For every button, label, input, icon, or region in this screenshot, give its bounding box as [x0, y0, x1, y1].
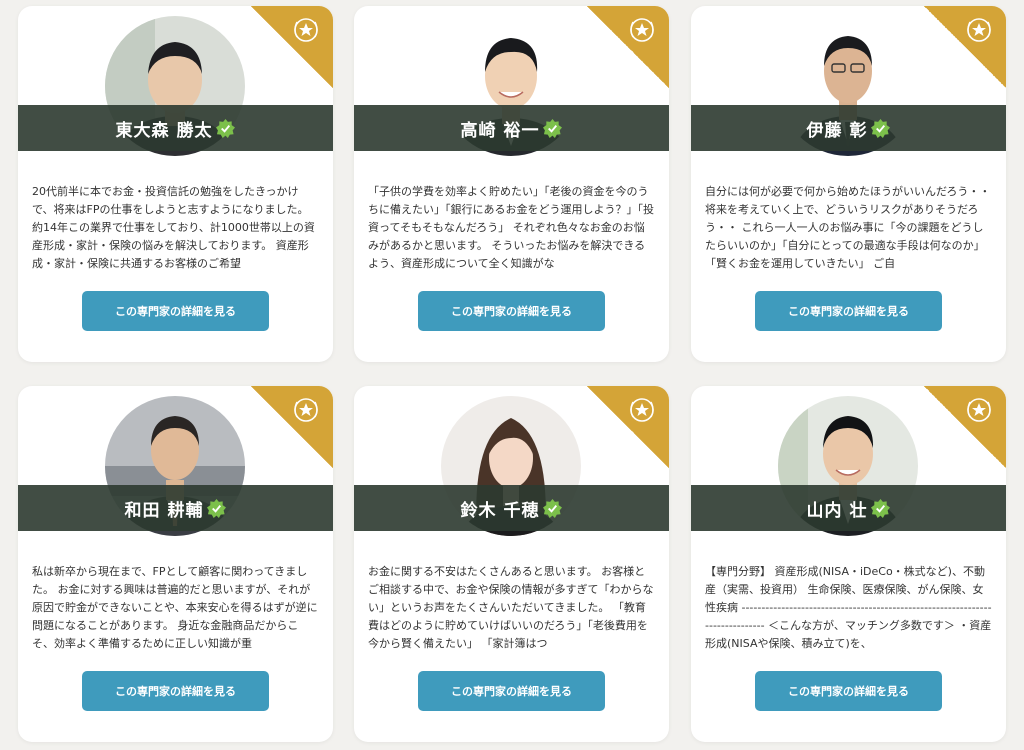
expert-name: 高崎 裕一	[460, 120, 540, 141]
name-band: 山内 壮	[691, 485, 1006, 531]
view-details-button[interactable]: この専門家の詳細を見る	[418, 671, 605, 711]
expert-name: 東大森 勝太	[115, 120, 213, 141]
view-details-button[interactable]: この専門家の詳細を見る	[82, 671, 269, 711]
award-medal-icon	[294, 18, 318, 42]
award-medal-icon	[967, 18, 991, 42]
expert-description: 【専門分野】 資産形成(NISA・iDeCo・株式など)、不動産（実需、投資用）…	[705, 565, 992, 650]
verified-badge-icon	[207, 498, 227, 518]
expert-card: 和田 耕輔 私は新卒から現在まで、FPとして顧客に関わってきました。 お金に対す…	[18, 386, 333, 742]
expert-card: 山内 壮 【専門分野】 資産形成(NISA・iDeCo・株式など)、不動産（実需…	[691, 386, 1006, 742]
view-details-button[interactable]: この専門家の詳細を見る	[755, 291, 942, 331]
expert-description: 自分には何が必要で何から始めたほうがいいんだろう・・ 将来を考えていく上で、どう…	[705, 185, 991, 270]
expert-card: 伊藤 彰 自分には何が必要で何から始めたほうがいいんだろう・・ 将来を考えていく…	[691, 6, 1006, 362]
name-band: 和田 耕輔	[18, 485, 333, 531]
name-band: 東大森 勝太	[18, 105, 333, 151]
award-medal-icon	[630, 18, 654, 42]
expert-name: 山内 壮	[806, 500, 868, 521]
expert-name: 伊藤 彰	[806, 120, 868, 141]
verified-badge-icon	[871, 498, 891, 518]
expert-name: 和田 耕輔	[124, 500, 204, 521]
expert-description: お金に関する不安はたくさんあると思います。 お客様とご相談する中で、お金や保険の…	[368, 565, 654, 650]
verified-badge-icon	[871, 118, 891, 138]
name-band: 伊藤 彰	[691, 105, 1006, 151]
name-band: 鈴木 千穂	[354, 485, 669, 531]
award-medal-icon	[967, 398, 991, 422]
verified-badge-icon	[543, 498, 563, 518]
verified-badge-icon	[543, 118, 563, 138]
expert-card: 高崎 裕一 「子供の学費を効率よく貯めたい」「老後の資金を今のうちに備えたい」「…	[354, 6, 669, 362]
expert-description: 20代前半に本でお金・投資信託の勉強をしたきっかけで、将来はFPの仕事をしようと…	[32, 185, 315, 270]
expert-grid: 東大森 勝太 20代前半に本でお金・投資信託の勉強をしたきっかけで、将来はFPの…	[0, 0, 1024, 750]
expert-card: 鈴木 千穂 お金に関する不安はたくさんあると思います。 お客様とご相談する中で、…	[354, 386, 669, 742]
view-details-button[interactable]: この専門家の詳細を見る	[418, 291, 605, 331]
view-details-button[interactable]: この専門家の詳細を見る	[755, 671, 942, 711]
expert-card: 東大森 勝太 20代前半に本でお金・投資信託の勉強をしたきっかけで、将来はFPの…	[18, 6, 333, 362]
verified-badge-icon	[216, 118, 236, 138]
expert-description: 「子供の学費を効率よく貯めたい」「老後の資金を今のうちに備えたい」「銀行にあるお…	[368, 185, 654, 270]
view-details-button[interactable]: この専門家の詳細を見る	[82, 291, 269, 331]
expert-name: 鈴木 千穂	[460, 500, 540, 521]
expert-description: 私は新卒から現在まで、FPとして顧客に関わってきました。 お金に対する興味は普遍…	[32, 565, 318, 650]
award-medal-icon	[294, 398, 318, 422]
award-medal-icon	[630, 398, 654, 422]
name-band: 高崎 裕一	[354, 105, 669, 151]
